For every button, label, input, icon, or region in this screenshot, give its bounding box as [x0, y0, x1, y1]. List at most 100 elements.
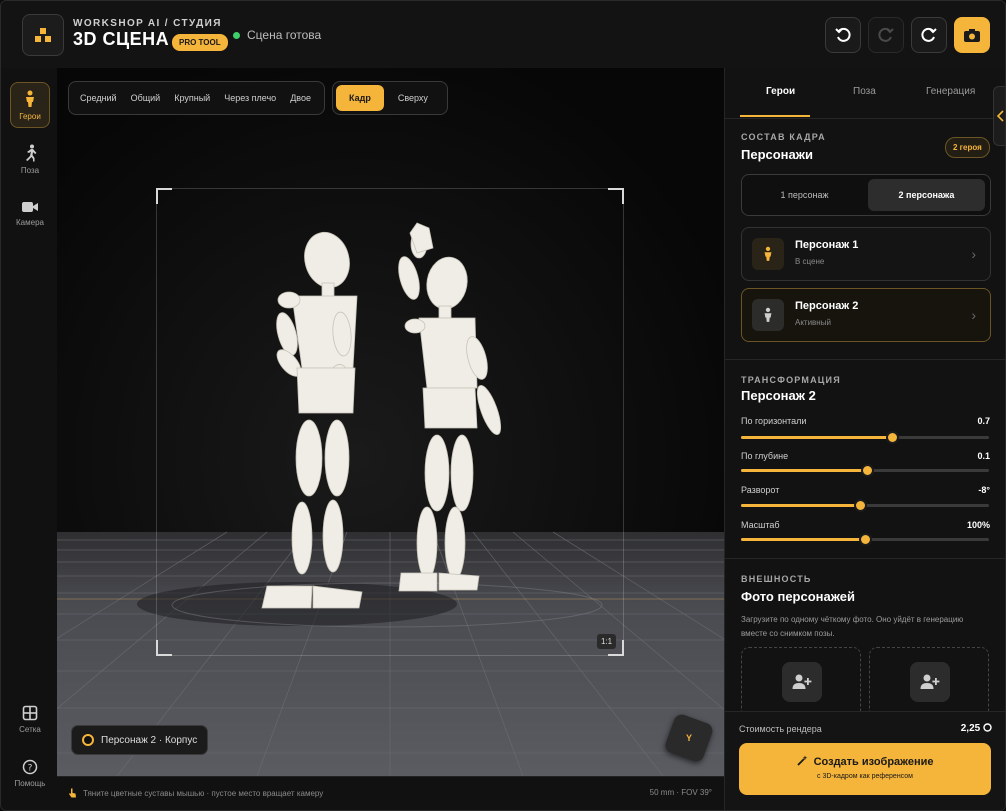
section-divider	[725, 558, 1005, 559]
two-characters-option[interactable]: 2 персонажа	[868, 179, 985, 211]
character-1-avatar	[752, 238, 784, 270]
app-window: WORKSHOP AI / СТУДИЯ 3D СЦЕНА PRO TOOL С…	[0, 0, 1006, 811]
add-user-icon	[910, 662, 950, 702]
slider-thumb[interactable]	[861, 464, 875, 477]
rotate-cw-icon	[921, 27, 937, 42]
character-1-status: В сцене	[795, 257, 825, 266]
camera-lens-info: 50 mm · FOV 39°	[649, 788, 712, 797]
help-icon: ?	[22, 759, 38, 774]
sidebar-item-pose[interactable]: Поза	[10, 136, 50, 182]
slider-scale-label: Масштаб	[741, 520, 780, 530]
snapshot-button[interactable]	[954, 17, 990, 53]
sidebar-item-heroes[interactable]: Герои	[10, 82, 50, 128]
shot-over-shoulder-button[interactable]: Через плечо	[217, 85, 283, 111]
slider-fill	[741, 436, 893, 439]
panel-collapse-handle[interactable]	[993, 86, 1005, 146]
app-logo	[22, 14, 64, 56]
slider-depth-value: 0.1	[977, 451, 990, 461]
3d-viewport[interactable]: Средний Общий Крупный Через плечо Двое К…	[57, 68, 724, 776]
slider-horizontal[interactable]	[741, 431, 989, 444]
sidebar-item-grid[interactable]: Сетка	[10, 696, 50, 742]
selected-joint-label: Персонаж 2 · Корпус	[101, 734, 198, 746]
render-cost-value: 2,25	[961, 723, 992, 734]
appearance-section-label: ВНЕШНОСТЬ	[741, 574, 812, 584]
reset-button[interactable]	[911, 17, 947, 53]
person-icon	[764, 307, 772, 322]
slider-thumb[interactable]	[886, 431, 900, 444]
sidebar-item-camera[interactable]: Камера	[10, 190, 50, 236]
transform-section-label: ТРАНСФОРМАЦИЯ	[741, 375, 841, 385]
appearance-section-title: Фото персонажей	[741, 589, 856, 604]
character-2-avatar	[752, 299, 784, 331]
create-image-label-row: Создать изображение	[739, 755, 991, 768]
person-icon	[764, 246, 772, 261]
character-1-card[interactable]: Персонаж 1 В сцене ›	[741, 227, 991, 281]
status-text: Сцена готова	[247, 28, 322, 42]
target-dot-icon	[82, 734, 94, 746]
shot-medium-button[interactable]: Средний	[73, 85, 124, 111]
left-sidebar: Герои Поза Камера Сетка ? Помощь	[1, 68, 58, 810]
slider-thumb[interactable]	[854, 499, 868, 512]
footer-hint: Тяните цветные суставы мышью · пустое ме…	[68, 788, 323, 798]
pro-badge: PRO TOOL	[172, 34, 228, 51]
selected-joint-chip: Персонаж 2 · Корпус	[71, 725, 209, 755]
sidebar-item-label: Поза	[20, 165, 40, 175]
running-person-icon	[26, 144, 37, 161]
shot-wide-button[interactable]: Общий	[124, 85, 168, 111]
undo-button[interactable]	[825, 17, 861, 53]
panel-tabs: Герои Поза Генерация	[725, 68, 1005, 119]
camera-frame	[156, 188, 624, 656]
viewport-footer: Тяните цветные суставы мышью · пустое ме…	[57, 776, 724, 810]
hero-count-badge: 2 героя	[945, 137, 990, 158]
slider-scale[interactable]	[741, 533, 989, 546]
brand-subtitle: WORKSHOP AI / СТУДИЯ	[73, 18, 222, 29]
tab-generation[interactable]: Генерация	[926, 86, 975, 97]
slider-rotation-value: -8°	[978, 485, 990, 495]
slider-thumb[interactable]	[859, 533, 872, 546]
undo-icon	[835, 27, 851, 42]
character-2-card[interactable]: Персонаж 2 Активный ›	[741, 288, 991, 342]
tab-heroes[interactable]: Герои	[766, 86, 795, 97]
render-cost-amount: 2,25	[960, 723, 981, 734]
view-frame-button[interactable]: Кадр	[336, 85, 384, 111]
sidebar-item-label: Сетка	[19, 724, 41, 734]
pointer-hand-icon	[69, 788, 76, 798]
view-mode-toolbar: Кадр Сверху	[332, 81, 448, 115]
slider-scale-value: 100%	[966, 520, 990, 530]
coin-icon	[983, 723, 992, 732]
aspect-ratio-badge[interactable]: 1:1	[597, 634, 617, 649]
create-image-sublabel: с 3D-кадром как референсом	[817, 773, 913, 780]
camera-icon	[964, 29, 980, 42]
character-1-name: Персонаж 1	[795, 239, 859, 251]
chevron-left-icon	[997, 110, 1004, 122]
scene-status: Сцена готова	[233, 28, 321, 42]
composition-section-title: Персонажи	[741, 147, 813, 162]
shot-type-toolbar: Средний Общий Крупный Через плечо Двое	[68, 81, 325, 115]
slider-fill	[741, 469, 868, 472]
slider-rotation[interactable]	[741, 499, 989, 512]
shot-two-shot-button[interactable]: Двое	[283, 85, 318, 111]
frame-corner	[608, 188, 624, 204]
slider-depth[interactable]	[741, 464, 989, 477]
slider-horizontal-label: По горизонтали	[741, 416, 807, 426]
status-dot-icon	[233, 31, 240, 39]
person-icon	[26, 90, 34, 107]
transform-section-title: Персонаж 2	[741, 388, 816, 403]
active-tab-indicator	[740, 115, 810, 117]
gizmo-axis-label: Y	[685, 732, 693, 743]
view-top-button[interactable]: Сверху	[388, 85, 438, 111]
slider-fill	[741, 538, 865, 541]
shot-closeup-button[interactable]: Крупный	[167, 85, 217, 111]
add-user-icon	[782, 662, 822, 702]
one-character-option[interactable]: 1 персонаж	[746, 179, 863, 211]
svg-text:?: ?	[28, 763, 33, 773]
create-image-button[interactable]: Создать изображение с 3D-кадром как рефе…	[739, 743, 991, 795]
sidebar-item-label: Герои	[19, 111, 41, 121]
character-count-toggle: 1 персонаж 2 персонажа	[741, 174, 991, 216]
redo-button-disabled[interactable]	[868, 17, 904, 53]
sidebar-item-help[interactable]: ? Помощь	[10, 750, 50, 796]
grid-icon	[22, 705, 38, 720]
tab-pose[interactable]: Поза	[853, 86, 876, 97]
composition-section-label: СОСТАВ КАДРА	[741, 132, 826, 142]
slider-fill	[741, 504, 861, 507]
